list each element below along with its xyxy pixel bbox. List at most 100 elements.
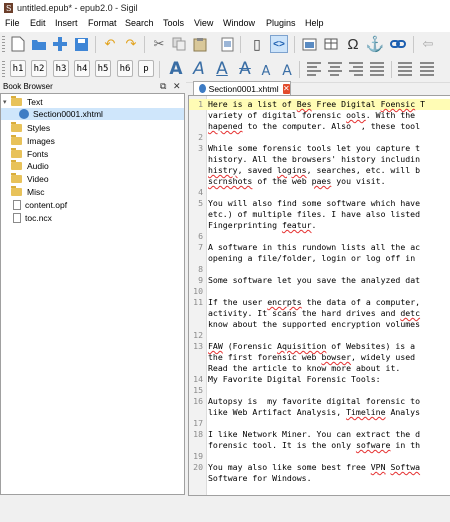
align-left-icon[interactable] — [307, 62, 321, 76]
code-line[interactable]: 3 While some forensic tools let you captu… — [189, 143, 450, 154]
tree-item-audio[interactable]: Audio — [11, 160, 49, 172]
menu-format[interactable]: Format — [88, 18, 117, 28]
code-line[interactable]: 16 Autopsy is my favorite digital forensi… — [189, 396, 450, 407]
align-center-icon[interactable] — [328, 62, 342, 76]
code-view-icon[interactable]: <> — [270, 35, 288, 53]
code-line[interactable]: forensic tool. It is the only sofware in… — [189, 440, 450, 451]
spelling-error[interactable]: Timeline — [346, 407, 385, 417]
tab-section0001[interactable]: Section0001.xhtml ✕ — [193, 81, 291, 95]
spelling-error[interactable]: scrnshots — [208, 176, 252, 186]
spelling-error[interactable]: featur — [282, 220, 312, 230]
float-panel-icon[interactable]: ⧉ — [160, 81, 166, 92]
menu-help[interactable]: Help — [305, 18, 324, 28]
bold-button[interactable]: A — [166, 59, 186, 79]
code-line[interactable]: 6 — [189, 231, 450, 242]
heading-6-button[interactable]: h6 — [117, 60, 133, 77]
code-line[interactable]: 9 Some software let you save the analyzed… — [189, 275, 450, 286]
spelling-error[interactable]: encrpts — [267, 297, 302, 307]
tree-item-video[interactable]: Video — [11, 173, 49, 185]
italic-button[interactable]: A — [189, 59, 209, 79]
menu-window[interactable]: Window — [223, 18, 255, 28]
code-line[interactable]: 20 You may also like some best free VPN S… — [189, 462, 450, 473]
code-line[interactable]: history. All the browsers' history inclu… — [189, 154, 450, 165]
code-line[interactable]: hapened to the computer. Also , these to… — [189, 121, 450, 132]
spelling-error[interactable]: histry — [208, 165, 238, 175]
toolbar-grip[interactable] — [2, 36, 5, 53]
tree-item-misc[interactable]: Misc — [11, 186, 44, 198]
code-line[interactable]: 14 My Favorite Digital Forensic Tools: — [189, 374, 450, 385]
new-file-icon[interactable] — [9, 35, 27, 53]
tree-item-content-opf[interactable]: content.opf — [13, 199, 67, 211]
check-icon[interactable] — [218, 35, 236, 53]
open-folder-icon[interactable] — [30, 35, 48, 53]
toolbar-grip[interactable] — [2, 61, 5, 78]
spelling-error[interactable]: logins — [277, 165, 307, 175]
tree-item-styles[interactable]: Styles — [11, 122, 50, 134]
heading-5-button[interactable]: h5 — [95, 60, 111, 77]
code-line[interactable]: variety of digital forensic ools. With t… — [189, 110, 450, 121]
code-line[interactable]: Software for Windows. — [189, 473, 450, 484]
close-tab-icon[interactable]: ✕ — [282, 83, 290, 94]
subscript-button[interactable]: A — [256, 59, 276, 79]
code-line[interactable]: activity. It scans the hard drives and d… — [189, 308, 450, 319]
tree-item-toc-ncx[interactable]: toc.ncx — [13, 212, 52, 224]
cut-icon[interactable]: ✂ — [150, 35, 168, 53]
code-line[interactable]: the first forensic web bowser, widely us… — [189, 352, 450, 363]
insert-image-icon[interactable] — [300, 35, 318, 53]
strikethrough-button[interactable]: A — [235, 59, 255, 79]
tree-item-fonts[interactable]: Fonts — [11, 148, 48, 160]
code-line[interactable]: 11 If the user encrpts the data of a comp… — [189, 297, 450, 308]
spelling-error[interactable]: detc — [400, 308, 420, 318]
link-icon[interactable] — [389, 35, 407, 53]
code-line[interactable]: 2 — [189, 132, 450, 143]
code-line[interactable]: 1 Here is a list of Bes Free Digital Foen… — [189, 99, 450, 110]
numbered-list-icon[interactable] — [420, 62, 434, 76]
table-icon[interactable] — [322, 35, 340, 53]
code-line[interactable]: Fingerprinting featur. — [189, 220, 450, 231]
code-line[interactable]: 15 — [189, 385, 450, 396]
align-right-icon[interactable] — [349, 62, 363, 76]
save-icon[interactable] — [72, 35, 90, 53]
code-line[interactable]: like Web Artifact Analysis, Timeline Ana… — [189, 407, 450, 418]
redo-icon[interactable]: ↷ — [122, 35, 140, 53]
code-line[interactable]: scrnshots of the web paes you visit. — [189, 176, 450, 187]
align-justify-icon[interactable] — [370, 62, 384, 76]
code-line[interactable]: 7 A software in this rundown lists all th… — [189, 242, 450, 253]
code-editor[interactable]: 1 Here is a list of Bes Free Digital Foen… — [188, 95, 450, 496]
back-icon[interactable]: ⇦ — [419, 35, 437, 53]
tree-item-section0001[interactable]: Section0001.xhtml — [1, 108, 184, 120]
code-line[interactable]: 13 FAW (Forensic Aquisition of Websites) … — [189, 341, 450, 352]
code-line[interactable]: histry, saved logins, searches, etc. wil… — [189, 165, 450, 176]
close-panel-icon[interactable]: ✕ — [173, 81, 181, 92]
spelling-error[interactable]: hapened — [208, 121, 243, 131]
bullet-list-icon[interactable] — [398, 62, 412, 76]
add-file-icon[interactable] — [51, 35, 69, 53]
menu-search[interactable]: Search — [125, 18, 154, 28]
heading-1-button[interactable]: h1 — [10, 60, 26, 77]
book-view-icon[interactable]: ▯ — [248, 35, 266, 53]
code-line[interactable]: 5 You will also find some software which … — [189, 198, 450, 209]
heading-4-button[interactable]: h4 — [74, 60, 90, 77]
spelling-error[interactable]: bowser — [321, 352, 351, 362]
heading-3-button[interactable]: h3 — [53, 60, 69, 77]
tree-item-text[interactable]: ▾ Text — [1, 96, 184, 108]
code-line[interactable]: 18 I like Network Miner. You can extract … — [189, 429, 450, 440]
heading-2-button[interactable]: h2 — [31, 60, 47, 77]
omega-icon[interactable]: Ω — [344, 35, 362, 53]
spelling-error[interactable]: ools — [346, 110, 366, 120]
superscript-button[interactable]: A — [277, 59, 297, 79]
menu-view[interactable]: View — [194, 18, 213, 28]
code-line[interactable]: 4 — [189, 187, 450, 198]
spelling-error[interactable]: paes — [312, 176, 332, 186]
spelling-error[interactable]: Foensic — [381, 99, 416, 109]
code-line[interactable]: Read the article to know more about it. — [189, 363, 450, 374]
chevron-down-icon[interactable]: ▾ — [3, 98, 7, 106]
paste-icon[interactable] — [191, 35, 209, 53]
copy-icon[interactable] — [170, 35, 188, 53]
tree-item-images[interactable]: Images — [11, 135, 55, 147]
code-line[interactable]: etc.) of multiple files. I have also lis… — [189, 209, 450, 220]
underline-button[interactable]: A — [212, 59, 232, 79]
code-line[interactable]: know about the supported encryption volu… — [189, 319, 450, 330]
menu-plugins[interactable]: Plugins — [266, 18, 296, 28]
anchor-icon[interactable]: ⚓ — [366, 35, 385, 53]
